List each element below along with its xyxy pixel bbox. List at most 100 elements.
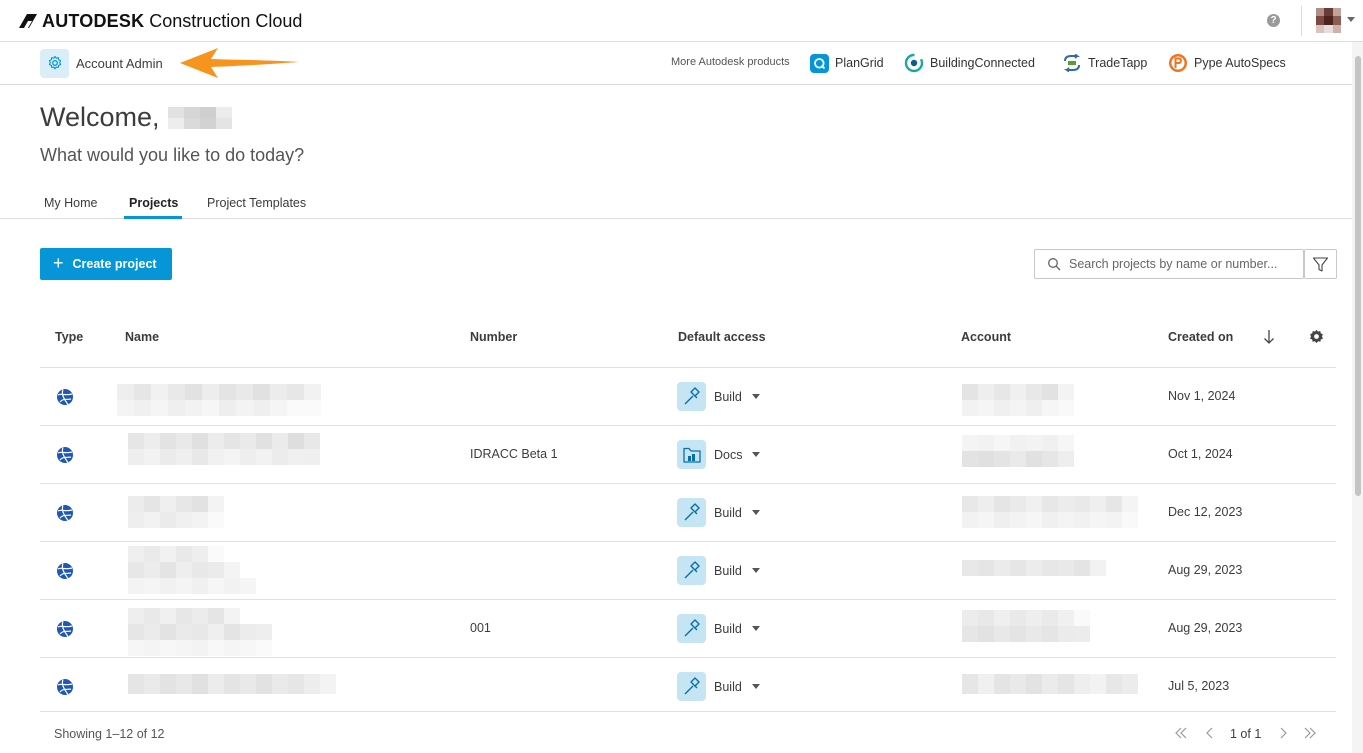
help-icon[interactable]: ? xyxy=(1267,14,1280,27)
column-header-account[interactable]: Account xyxy=(961,330,1011,344)
secondary-bar: Account Admin More Autodesk products Pla… xyxy=(0,42,1363,85)
filter-icon xyxy=(1312,256,1329,272)
table-header: Type Name Number Default access Account … xyxy=(40,310,1336,368)
next-page-icon[interactable] xyxy=(1276,726,1290,740)
pype-autospecs-icon xyxy=(1169,54,1187,72)
globe-project-icon xyxy=(57,621,73,637)
divider xyxy=(1301,6,1302,36)
redacted-project-name xyxy=(128,608,272,656)
chevron-down-icon xyxy=(751,510,760,515)
welcome-subtitle: What would you like to do today? xyxy=(40,145,305,165)
last-page-icon[interactable] xyxy=(1303,726,1317,740)
sort-descending-icon[interactable] xyxy=(1262,328,1276,346)
created-date: Dec 12, 2023 xyxy=(1168,505,1243,519)
table-footer: Showing 1–12 of 12 1 of 1 xyxy=(40,711,1336,753)
autodesk-logo[interactable]: AUTODESK Construction Cloud xyxy=(18,10,302,32)
access-label: Docs xyxy=(714,447,743,462)
table-row[interactable]: Build Jul 5, 2023 xyxy=(40,658,1336,716)
brand-product: Construction Cloud xyxy=(149,10,303,31)
chevron-down-icon xyxy=(752,452,761,457)
welcome-greeting: Welcome, xyxy=(40,102,160,132)
welcome-heading: Welcome, xyxy=(40,102,232,133)
first-page-icon[interactable] xyxy=(1174,726,1188,740)
search-input[interactable] xyxy=(1069,257,1294,271)
chevron-down-icon xyxy=(751,684,760,689)
redacted-project-name xyxy=(128,496,224,528)
access-label: Build xyxy=(714,563,742,578)
scrollbar-thumb[interactable] xyxy=(1355,56,1361,496)
plangrid-link[interactable]: PlanGrid xyxy=(810,51,884,75)
column-header-number[interactable]: Number xyxy=(470,330,517,344)
redacted-account xyxy=(962,435,1074,467)
gear-icon[interactable] xyxy=(1308,328,1325,345)
tab-projects[interactable]: Projects xyxy=(129,196,178,210)
redacted-account xyxy=(962,384,1074,416)
created-date: Nov 1, 2024 xyxy=(1168,389,1236,403)
previous-page-icon[interactable] xyxy=(1203,726,1217,740)
filter-button[interactable] xyxy=(1304,249,1337,279)
redacted-project-name xyxy=(117,384,321,416)
access-dropdown[interactable]: Build xyxy=(677,614,760,643)
access-dropdown[interactable]: Build xyxy=(677,672,760,701)
docs-folder-icon xyxy=(677,440,706,469)
settings-icon xyxy=(40,48,69,78)
hammer-icon xyxy=(677,498,706,527)
access-dropdown[interactable]: Build xyxy=(677,382,760,411)
autodesk-mark-icon xyxy=(19,14,37,28)
chevron-down-icon xyxy=(751,568,760,573)
product-label: PlanGrid xyxy=(835,56,884,70)
avatar[interactable] xyxy=(1316,8,1341,33)
column-header-type[interactable]: Type xyxy=(55,330,83,344)
globe-project-icon xyxy=(57,389,73,405)
tab-project-templates[interactable]: Project Templates xyxy=(207,196,306,210)
pype-autospecs-link[interactable]: Pype AutoSpecs xyxy=(1168,51,1286,75)
access-label: Build xyxy=(714,679,742,694)
access-label: Build xyxy=(714,621,742,636)
chevron-down-icon xyxy=(751,394,760,399)
created-date: Aug 29, 2023 xyxy=(1168,621,1243,635)
chevron-down-icon xyxy=(751,626,760,631)
search-box[interactable] xyxy=(1034,249,1304,279)
redacted-account xyxy=(962,610,1090,642)
hammer-icon xyxy=(677,556,706,585)
tab-bar: My Home Projects Project Templates xyxy=(0,186,1352,219)
table-row[interactable]: IDRACC Beta 1 Docs Oct 1, 2024 xyxy=(40,426,1336,484)
chevron-down-icon[interactable] xyxy=(1347,17,1355,22)
table-row[interactable]: 001 Build Aug 29, 2023 xyxy=(40,600,1336,658)
project-number: IDRACC Beta 1 xyxy=(470,447,558,461)
table-row[interactable]: Build Dec 12, 2023 xyxy=(40,484,1336,542)
account-admin-button[interactable]: Account Admin xyxy=(40,48,163,78)
access-label: Build xyxy=(714,505,742,520)
globe-project-icon xyxy=(57,505,73,521)
project-number: 001 xyxy=(470,621,491,635)
product-label: TradeTapp xyxy=(1088,56,1148,70)
hammer-icon xyxy=(677,614,706,643)
access-dropdown[interactable]: Build xyxy=(677,556,760,585)
tab-my-home[interactable]: My Home xyxy=(44,196,97,210)
scrollbar[interactable] xyxy=(1352,42,1363,753)
hammer-icon xyxy=(677,382,706,411)
redacted-account xyxy=(962,674,1138,694)
redacted-project-name xyxy=(128,433,320,465)
buildingconnected-link[interactable]: BuildingConnected xyxy=(904,51,1035,75)
search-icon xyxy=(1048,258,1061,271)
globe-project-icon xyxy=(57,447,73,463)
create-project-button[interactable]: + Create project xyxy=(40,248,172,280)
access-dropdown[interactable]: Build xyxy=(677,498,760,527)
access-dropdown[interactable]: Docs xyxy=(677,440,761,469)
redacted-project-name xyxy=(128,546,256,594)
redacted-username xyxy=(167,106,232,129)
table-row[interactable]: Build Nov 1, 2024 xyxy=(40,368,1336,426)
column-header-created-on[interactable]: Created on xyxy=(1168,330,1233,344)
redacted-account xyxy=(962,560,1106,576)
access-label: Build xyxy=(714,389,742,404)
column-header-default-access[interactable]: Default access xyxy=(678,330,766,344)
created-date: Jul 5, 2023 xyxy=(1168,679,1230,693)
table-row[interactable]: Build Aug 29, 2023 xyxy=(40,542,1336,600)
arrow-annotation-icon xyxy=(180,48,299,78)
tradetapp-link[interactable]: TradeTapp xyxy=(1062,51,1147,75)
redacted-account xyxy=(962,496,1138,528)
active-tab-indicator xyxy=(124,216,182,219)
column-header-name[interactable]: Name xyxy=(125,330,159,344)
create-project-label: Create project xyxy=(72,257,157,271)
